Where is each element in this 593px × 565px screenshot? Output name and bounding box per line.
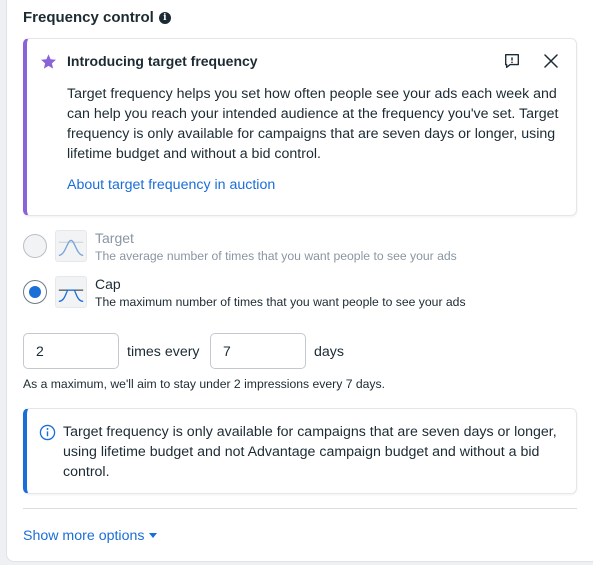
notice-text: Target frequency is only available for c… [63,424,557,480]
option-target[interactable]: Target The average number of times that … [23,230,457,264]
caret-down-icon [149,533,158,538]
days-label: days [314,344,344,360]
option-target-label: Target [95,230,134,246]
info-circle-icon [39,424,56,441]
divider [23,508,577,509]
days-stepper[interactable] [210,333,404,369]
section-title-text: Frequency control [23,9,154,26]
about-target-frequency-link[interactable]: About target frequency in auction [67,177,275,193]
star-icon [41,54,56,69]
close-icon[interactable] [544,54,558,68]
availability-notice: Target frequency is only available for c… [23,408,577,494]
radio-cap[interactable] [23,280,47,304]
option-cap-description: The maximum number of times that you wan… [95,295,466,309]
frequency-summary: As a maximum, we'll aim to stay under 2 … [23,377,385,391]
option-cap-label: Cap [95,276,121,292]
intro-body: Target frequency helps you set how often… [67,86,559,162]
info-icon[interactable]: i [158,11,171,24]
intro-banner: Introducing target frequency Target freq… [23,38,577,216]
option-target-description: The average number of times that you wan… [95,249,457,263]
times-every-label: times every [127,344,200,360]
bell-curve-icon [55,230,87,262]
days-input[interactable] [211,343,404,359]
intro-title: Introducing target frequency [67,53,258,69]
times-stepper[interactable] [23,333,217,369]
section-title: Frequency control i [23,9,171,26]
radio-target[interactable] [23,234,47,258]
feedback-icon[interactable] [503,52,521,70]
option-cap[interactable]: Cap The maximum number of times that you… [23,276,466,310]
capped-curve-icon [55,276,87,308]
show-more-options-button[interactable]: Show more options [23,528,158,544]
show-more-label: Show more options [23,528,145,544]
